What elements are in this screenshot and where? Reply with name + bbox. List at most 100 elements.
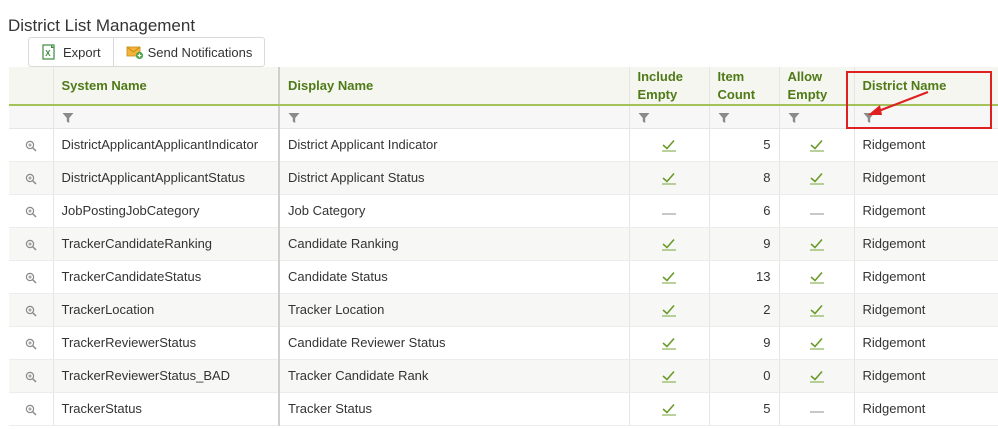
cell-item-count: 9	[709, 326, 780, 360]
funnel-icon[interactable]	[788, 111, 800, 124]
magnifier-icon[interactable]	[25, 404, 37, 416]
cell-allow-empty	[779, 260, 855, 294]
table-row[interactable]: DistrictApplicantApplicantStatus District…	[9, 161, 998, 195]
filter-system-name[interactable]	[53, 105, 280, 129]
cell-display-name: Tracker Candidate Rank	[279, 359, 630, 393]
cell-allow-empty	[779, 194, 855, 228]
cell-district-name: Ridgemont	[854, 260, 998, 294]
magnifier-icon[interactable]	[25, 338, 37, 350]
cell-allow-empty	[779, 392, 855, 426]
cell-include-empty	[629, 161, 710, 195]
row-detail-button[interactable]	[9, 260, 54, 294]
cell-include-empty	[629, 293, 710, 327]
cell-system-name: TrackerReviewerStatus	[53, 326, 280, 360]
table-row[interactable]: TrackerReviewerStatus_BAD Tracker Candida…	[9, 359, 998, 393]
cell-system-name: TrackerReviewerStatus_BAD	[53, 359, 280, 393]
column-header-item-count[interactable]: Item Count	[709, 67, 780, 106]
cell-system-name: TrackerCandidateStatus	[53, 260, 280, 294]
row-detail-button[interactable]	[9, 227, 54, 261]
column-header-system-name[interactable]: System Name	[53, 67, 280, 106]
send-notifications-button[interactable]: Send Notifications	[112, 38, 265, 66]
cell-system-name: DistrictApplicantApplicantIndicator	[53, 128, 280, 162]
cell-system-name: JobPostingJobCategory	[53, 194, 280, 228]
cell-include-empty	[629, 359, 710, 393]
svg-text:X: X	[45, 49, 51, 58]
cell-display-name: Candidate Ranking	[279, 227, 630, 261]
cell-item-count: 13	[709, 260, 780, 294]
export-button[interactable]: X Export	[29, 38, 113, 66]
cell-district-name: Ridgemont	[854, 326, 998, 360]
cell-allow-empty	[779, 161, 855, 195]
send-notifications-label: Send Notifications	[147, 44, 253, 60]
filter-item-count[interactable]	[709, 105, 780, 129]
magnifier-icon[interactable]	[25, 140, 37, 152]
column-header-allow-empty[interactable]: Allow Empty	[779, 67, 855, 106]
dash-icon	[809, 401, 825, 416]
magnifier-icon[interactable]	[25, 173, 37, 185]
table-row[interactable]: JobPostingJobCategory Job Category 6 Ridgem…	[9, 194, 998, 228]
table-row[interactable]: TrackerCandidateStatus Candidate Status 13…	[9, 260, 998, 294]
table-row[interactable]: TrackerLocation Tracker Location 2 Ridgemon…	[9, 293, 998, 327]
cell-district-name: Ridgemont	[854, 161, 998, 195]
magnifier-icon[interactable]	[25, 371, 37, 383]
cell-display-name: Tracker Location	[279, 293, 630, 327]
column-header-include-empty[interactable]: Include Empty	[629, 67, 710, 106]
row-detail-button[interactable]	[9, 128, 54, 162]
row-detail-button[interactable]	[9, 194, 54, 228]
check-icon	[809, 137, 825, 152]
cell-system-name: TrackerCandidateRanking	[53, 227, 280, 261]
cell-display-name: Job Category	[279, 194, 630, 228]
row-detail-button[interactable]	[9, 359, 54, 393]
row-detail-button[interactable]	[9, 293, 54, 327]
check-icon	[661, 170, 677, 185]
magnifier-icon[interactable]	[25, 206, 37, 218]
toolbar: X Export Send Notifications	[28, 37, 266, 67]
cell-system-name: TrackerStatus	[53, 392, 280, 426]
cell-display-name: Tracker Status	[279, 392, 630, 426]
column-header-display-name[interactable]: Display Name	[279, 67, 630, 106]
cell-include-empty	[629, 128, 710, 162]
cell-district-name: Ridgemont	[854, 392, 998, 426]
cell-item-count: 9	[709, 227, 780, 261]
table-row[interactable]: TrackerStatus Tracker Status 5 Ridgemont	[9, 392, 998, 426]
filter-allow-empty[interactable]	[779, 105, 855, 129]
filter-display-name[interactable]	[279, 105, 630, 129]
cell-allow-empty	[779, 293, 855, 327]
dash-icon	[661, 203, 677, 218]
magnifier-icon[interactable]	[25, 272, 37, 284]
magnifier-icon[interactable]	[25, 239, 37, 251]
cell-district-name: Ridgemont	[854, 359, 998, 393]
cell-item-count: 0	[709, 359, 780, 393]
detail-column-header	[9, 67, 54, 106]
cell-include-empty	[629, 326, 710, 360]
cell-display-name: Candidate Reviewer Status	[279, 326, 630, 360]
cell-include-empty	[629, 194, 710, 228]
table-row[interactable]: DistrictApplicantApplicantIndicator Distr…	[9, 128, 998, 162]
check-icon	[661, 137, 677, 152]
page-title: District List Management	[8, 16, 196, 35]
funnel-icon[interactable]	[638, 111, 650, 124]
cell-district-name: Ridgemont	[854, 128, 998, 162]
filter-include-empty[interactable]	[629, 105, 710, 129]
cell-district-name: Ridgemont	[854, 293, 998, 327]
magnifier-icon[interactable]	[25, 305, 37, 317]
row-detail-button[interactable]	[9, 161, 54, 195]
funnel-icon[interactable]	[718, 111, 730, 124]
cell-allow-empty	[779, 326, 855, 360]
check-icon	[809, 335, 825, 350]
cell-item-count: 5	[709, 128, 780, 162]
funnel-icon[interactable]	[288, 111, 300, 124]
cell-include-empty	[629, 227, 710, 261]
dash-icon	[809, 203, 825, 218]
check-icon	[809, 170, 825, 185]
cell-display-name: Candidate Status	[279, 260, 630, 294]
cell-item-count: 6	[709, 194, 780, 228]
cell-allow-empty	[779, 227, 855, 261]
excel-icon: X	[41, 44, 57, 60]
row-detail-button[interactable]	[9, 326, 54, 360]
funnel-icon[interactable]	[62, 111, 74, 124]
row-detail-button[interactable]	[9, 392, 54, 426]
check-icon	[809, 269, 825, 284]
table-row[interactable]: TrackerReviewerStatus Candidate Reviewer …	[9, 326, 998, 360]
table-row[interactable]: TrackerCandidateRanking Candidate Ranking…	[9, 227, 998, 261]
